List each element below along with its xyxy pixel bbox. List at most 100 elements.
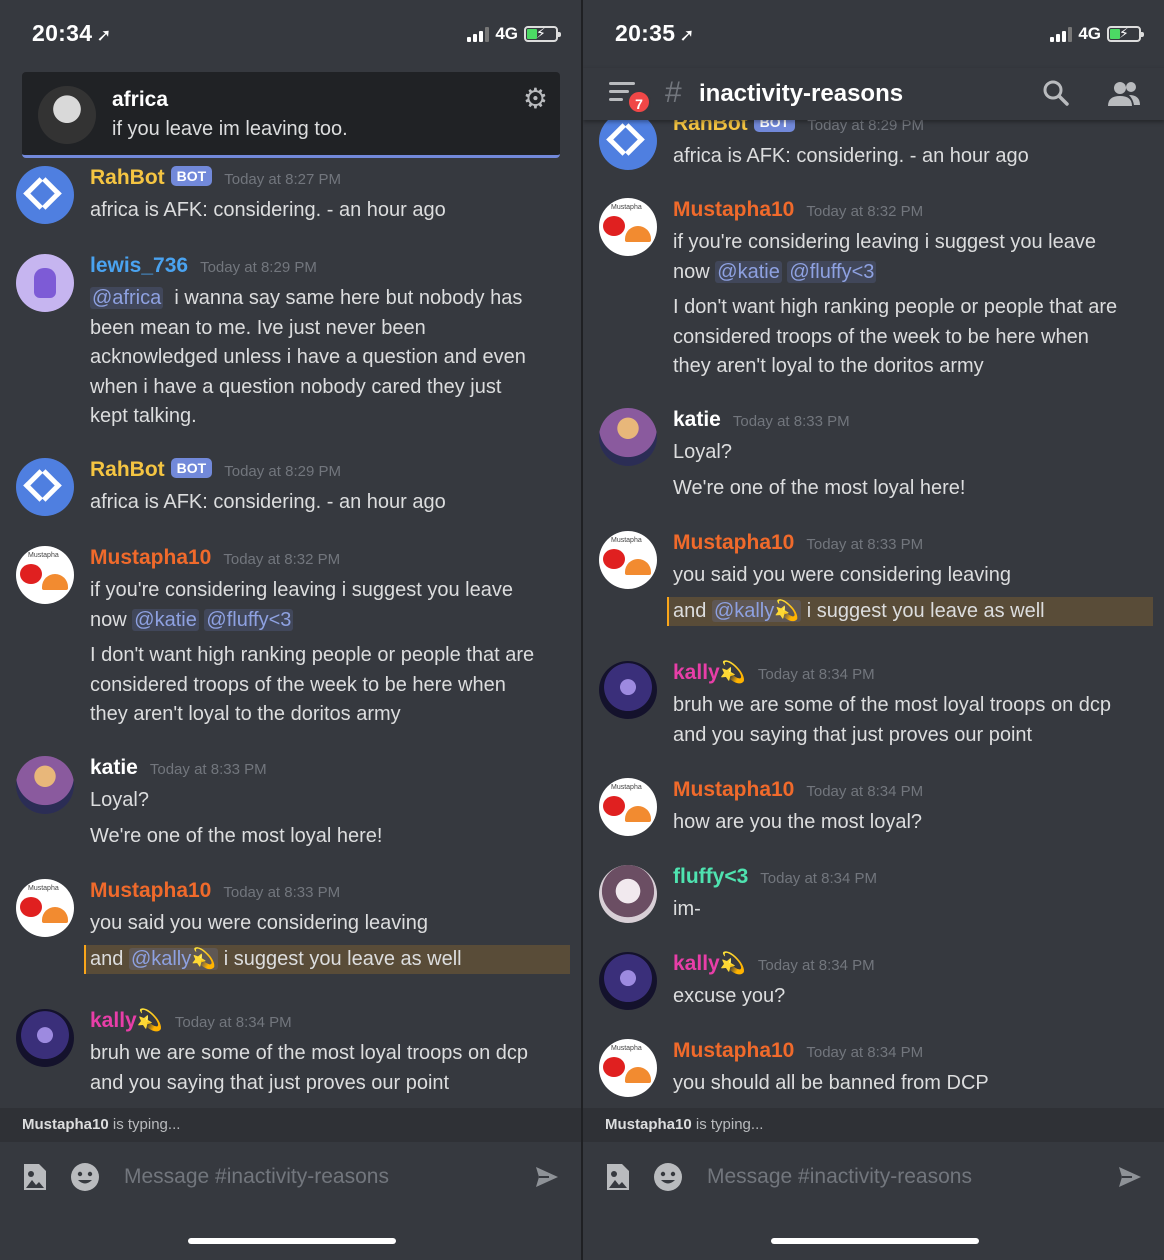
unread-badge: 7 xyxy=(627,90,651,114)
username[interactable]: Mustapha10 xyxy=(673,1039,794,1063)
message-text: africa is AFK: considering. - an hour ag… xyxy=(90,491,446,513)
username[interactable]: RahBot xyxy=(90,458,165,482)
message-text: Loyal? xyxy=(673,441,732,463)
message-text: considered troops of the week to be here… xyxy=(90,673,506,696)
emoji-icon[interactable] xyxy=(70,1162,100,1192)
kally-avatar[interactable] xyxy=(599,952,657,1010)
mention[interactable]: @fluffy<3 xyxy=(787,260,877,283)
katie-avatar[interactable] xyxy=(16,756,74,814)
username[interactable]: Mustapha10 xyxy=(673,531,794,555)
network-type: 4G xyxy=(1078,24,1101,43)
message-text: i wanna say same here but nobody has xyxy=(174,287,523,309)
timestamp: Today at 8:34 PM xyxy=(760,870,877,887)
send-icon[interactable] xyxy=(1117,1164,1143,1190)
message-input[interactable] xyxy=(124,1160,514,1194)
image-upload-icon[interactable] xyxy=(605,1162,631,1192)
status-time: 20:34 xyxy=(32,20,93,46)
emoji-icon[interactable] xyxy=(653,1162,683,1192)
mention[interactable]: @katie xyxy=(132,608,199,631)
mention[interactable]: @kally💫 xyxy=(711,599,802,622)
mustapha-avatar[interactable]: Mustapha xyxy=(599,198,657,256)
message-input[interactable] xyxy=(707,1160,1097,1194)
message-text: now xyxy=(673,260,710,283)
mustapha-avatar[interactable]: Mustapha xyxy=(599,778,657,836)
username[interactable]: RahBot xyxy=(90,166,165,190)
message-list[interactable]: RahBot BOT Today at 8:27 PM africa is AF… xyxy=(0,0,582,1108)
message-list[interactable]: RahBot BOT Today at 8:29 PM africa is AF… xyxy=(583,0,1164,1108)
message-text: how are you the most loyal? xyxy=(673,811,923,833)
mustapha-avatar[interactable]: Mustapha xyxy=(16,879,74,937)
username[interactable]: Mustapha10 xyxy=(90,546,211,570)
timestamp: Today at 8:29 PM xyxy=(200,259,317,276)
home-indicator[interactable] xyxy=(188,1238,396,1244)
kally-avatar[interactable] xyxy=(16,1009,74,1067)
kally-avatar[interactable] xyxy=(599,661,657,719)
status-bar: 20:35 ➚ 4G ⚡ xyxy=(583,0,1164,68)
members-icon[interactable] xyxy=(1107,80,1141,108)
username[interactable]: lewis_736 xyxy=(90,254,188,278)
username[interactable]: Mustapha10 xyxy=(673,198,794,222)
highlighted-mention-message: and @kally💫 i suggest you leave as well xyxy=(667,596,1153,626)
mustapha-avatar[interactable]: Mustapha xyxy=(599,1039,657,1097)
bot-tag: BOT xyxy=(170,458,213,478)
katie-avatar[interactable] xyxy=(599,408,657,466)
timestamp: Today at 8:34 PM xyxy=(757,957,875,974)
message-text: and xyxy=(90,947,124,970)
highlighted-mention-message: and @kally💫 i suggest you leave as well xyxy=(84,944,570,974)
channel-name[interactable]: inactivity-reasons xyxy=(699,80,903,108)
message-text: you said you were considering leaving xyxy=(90,912,428,934)
message-text: I don't want high ranking people or peop… xyxy=(90,644,535,666)
location-arrow-icon: ➚ xyxy=(96,25,112,45)
message-text: im- xyxy=(673,898,701,920)
message-text: We're one of the most loyal here! xyxy=(90,824,383,847)
timestamp: Today at 8:29 PM xyxy=(224,463,341,480)
username[interactable]: kally💫 xyxy=(673,952,746,976)
message-text: if you're considering leaving i suggest … xyxy=(90,579,513,601)
mustapha-avatar[interactable]: Mustapha xyxy=(599,531,657,589)
fluffy-avatar[interactable] xyxy=(599,865,657,923)
message-text: and xyxy=(673,599,707,622)
message-composer xyxy=(583,1142,1164,1260)
message-text: We're one of the most loyal here! xyxy=(673,476,966,499)
timestamp: Today at 8:33 PM xyxy=(149,761,267,778)
notification-popup[interactable]: africa if you leave im leaving too. ⚙ xyxy=(22,72,560,158)
message-text: acknowledged unless i have a question an… xyxy=(90,346,526,368)
mention[interactable]: @katie xyxy=(715,260,782,283)
search-icon[interactable] xyxy=(1043,80,1069,106)
username[interactable]: kally💫 xyxy=(90,1009,163,1033)
mustapha-avatar[interactable]: Mustapha xyxy=(16,546,74,604)
status-time: 20:35 xyxy=(615,20,676,46)
typing-user: Mustapha10 xyxy=(605,1116,692,1133)
gear-icon[interactable]: ⚙ xyxy=(523,82,548,115)
network-type: 4G xyxy=(495,24,518,43)
message-text: I don't want high ranking people or peop… xyxy=(673,296,1118,318)
username[interactable]: kally💫 xyxy=(673,661,746,685)
username[interactable]: fluffy<3 xyxy=(673,865,748,889)
message-text: africa is AFK: considering. - an hour ag… xyxy=(673,145,1029,167)
timestamp: Today at 8:34 PM xyxy=(757,666,875,683)
message-text: kept talking. xyxy=(90,405,197,427)
send-icon[interactable] xyxy=(534,1164,560,1190)
lewis-avatar[interactable] xyxy=(16,254,74,312)
username[interactable]: katie xyxy=(673,408,721,432)
username[interactable]: katie xyxy=(90,756,138,780)
mention[interactable]: @africa xyxy=(90,287,164,309)
battery-icon: ⚡ xyxy=(524,25,561,42)
username[interactable]: Mustapha10 xyxy=(673,778,794,802)
image-upload-icon[interactable] xyxy=(22,1162,48,1192)
typing-suffix: is typing... xyxy=(112,1116,181,1133)
rahbot-avatar[interactable] xyxy=(599,112,657,170)
rahbot-avatar[interactable] xyxy=(16,166,74,224)
message-text: excuse you? xyxy=(673,985,786,1007)
rahbot-avatar[interactable] xyxy=(16,458,74,516)
timestamp: Today at 8:27 PM xyxy=(224,171,341,188)
mention[interactable]: @kally💫 xyxy=(128,947,219,970)
message-text: and you saying that just proves our poin… xyxy=(673,723,1033,746)
timestamp: Today at 8:34 PM xyxy=(806,783,924,800)
channel-hash-icon: # xyxy=(665,76,682,109)
home-indicator[interactable] xyxy=(771,1238,979,1244)
right-screenshot: RahBot BOT Today at 8:29 PM africa is AF… xyxy=(583,0,1164,1260)
message-text: been mean to me. Ive just never been xyxy=(90,316,426,339)
mention[interactable]: @fluffy<3 xyxy=(204,608,294,631)
username[interactable]: Mustapha10 xyxy=(90,879,211,903)
